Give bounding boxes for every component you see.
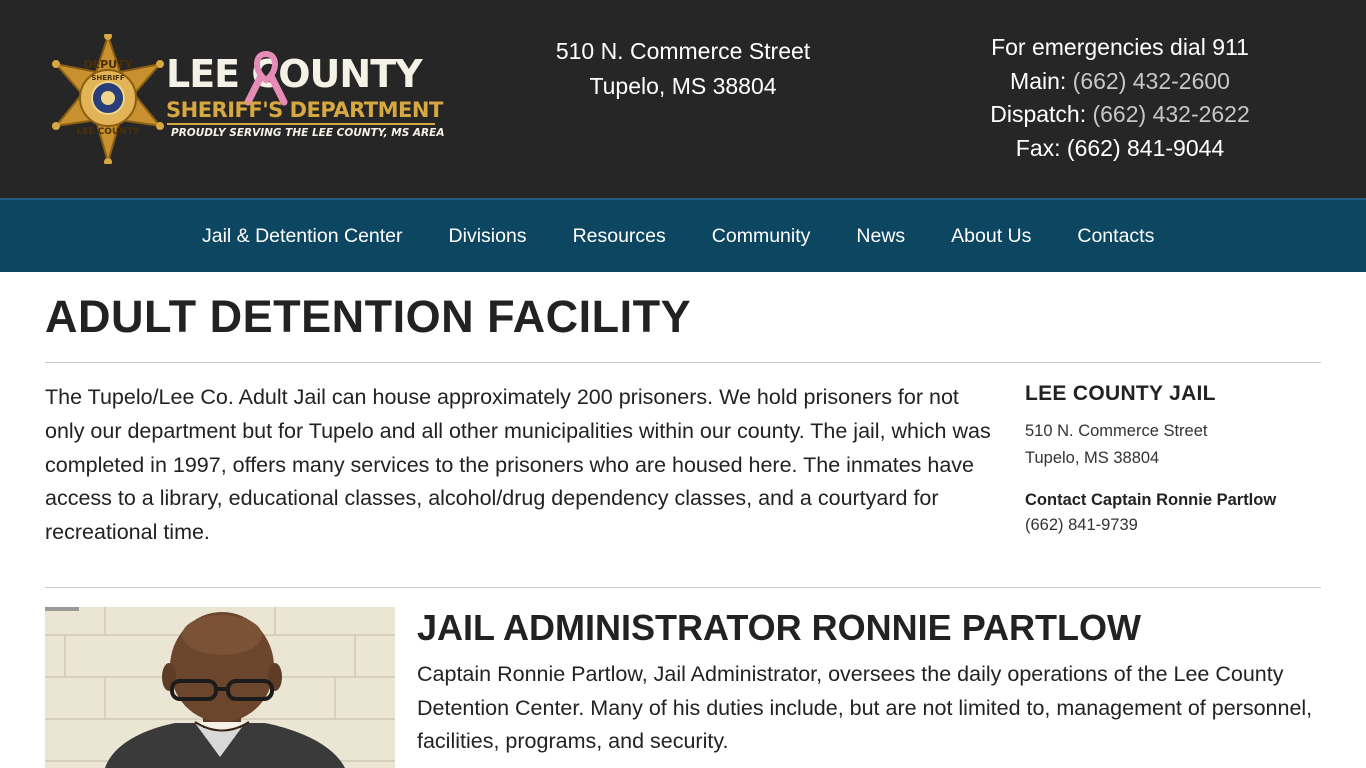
fax-line: Fax: (662) 841-9044 [960,132,1280,166]
badge-top-text: DEPUTY [83,58,133,71]
site-header: DEPUTY SHERIFF LEE COUNTY LEE COUNTY SHE… [0,0,1366,198]
administrator-title: JAIL ADMINISTRATOR RONNIE PARTLOW [417,607,1141,648]
sheriff-badge-icon: DEPUTY SHERIFF LEE COUNTY [52,34,164,164]
site-logo[interactable]: DEPUTY SHERIFF LEE COUNTY LEE COUNTY SHE… [48,34,450,166]
nav-item-contacts[interactable]: Contacts [1059,200,1172,272]
sidebar-phone[interactable]: (662) 841-9739 [1025,512,1325,539]
nav-list: Jail & Detention Center Divisions Resour… [184,200,1172,272]
sidebar-address: 510 N. Commerce Street Tupelo, MS 38804 [1025,418,1325,472]
header-city: Tupelo, MS 38804 [589,73,777,99]
title-divider [45,362,1321,363]
fax-label: Fax: [1015,134,1067,161]
sidebar-title: LEE COUNTY JAIL [1025,382,1216,405]
section-divider [45,587,1321,588]
nav-item-about-us[interactable]: About Us [933,200,1049,272]
main-phone-link[interactable]: (662) 432-2600 [1073,68,1230,94]
sidebar-city: Tupelo, MS 38804 [1025,449,1160,467]
nav-item-community[interactable]: Community [694,200,829,272]
administrator-bio: Captain Ronnie Partlow, Jail Administrat… [417,662,1313,754]
dispatch-label: Dispatch: [990,101,1093,127]
main-phone-line: Main: (662) 432-2600 [960,65,1280,99]
intro-paragraph: The Tupelo/Lee Co. Adult Jail can house … [45,385,991,545]
dispatch-phone-line: Dispatch: (662) 432-2622 [960,98,1280,132]
jail-info-sidebar: LEE COUNTY JAIL 510 N. Commerce Street T… [1025,380,1325,539]
fax-number: (662) 841-9044 [1066,134,1225,161]
nav-item-news[interactable]: News [838,200,923,272]
sidebar-contact-label: Contact Captain Ronnie Partlow [1025,491,1277,509]
badge-center-text: SHERIFF [91,74,124,82]
logo-tagline: PROUDLY SERVING THE LEE COUNTY, MS AREA [171,127,445,139]
header-contact: For emergencies dial 911 Main: (662) 432… [960,31,1280,165]
sidebar-street: 510 N. Commerce Street [1025,422,1208,440]
nav-item-divisions[interactable]: Divisions [431,200,545,272]
badge-bottom-text: LEE COUNTY [77,127,140,137]
nav-item-jail-detention[interactable]: Jail & Detention Center [184,200,421,272]
logo-title: LEE COUNTY [166,52,423,96]
header-address: 510 N. Commerce Street Tupelo, MS 38804 [533,34,833,104]
main-nav: Jail & Detention Center Divisions Resour… [0,198,1366,272]
nav-item-resources[interactable]: Resources [555,200,684,272]
main-label: Main: [1010,67,1073,94]
logo-divider [167,123,435,125]
header-street: 510 N. Commerce Street [555,38,811,64]
emergency-text: For emergencies dial 911 [991,34,1249,60]
dispatch-phone-link[interactable]: (662) 432-2622 [1092,101,1249,127]
page-title: ADULT DETENTION FACILITY [45,291,692,342]
logo-subtitle: SHERIFF'S DEPARTMENT [166,98,443,122]
administrator-photo [45,607,395,768]
administrator-portrait-image [45,607,395,768]
